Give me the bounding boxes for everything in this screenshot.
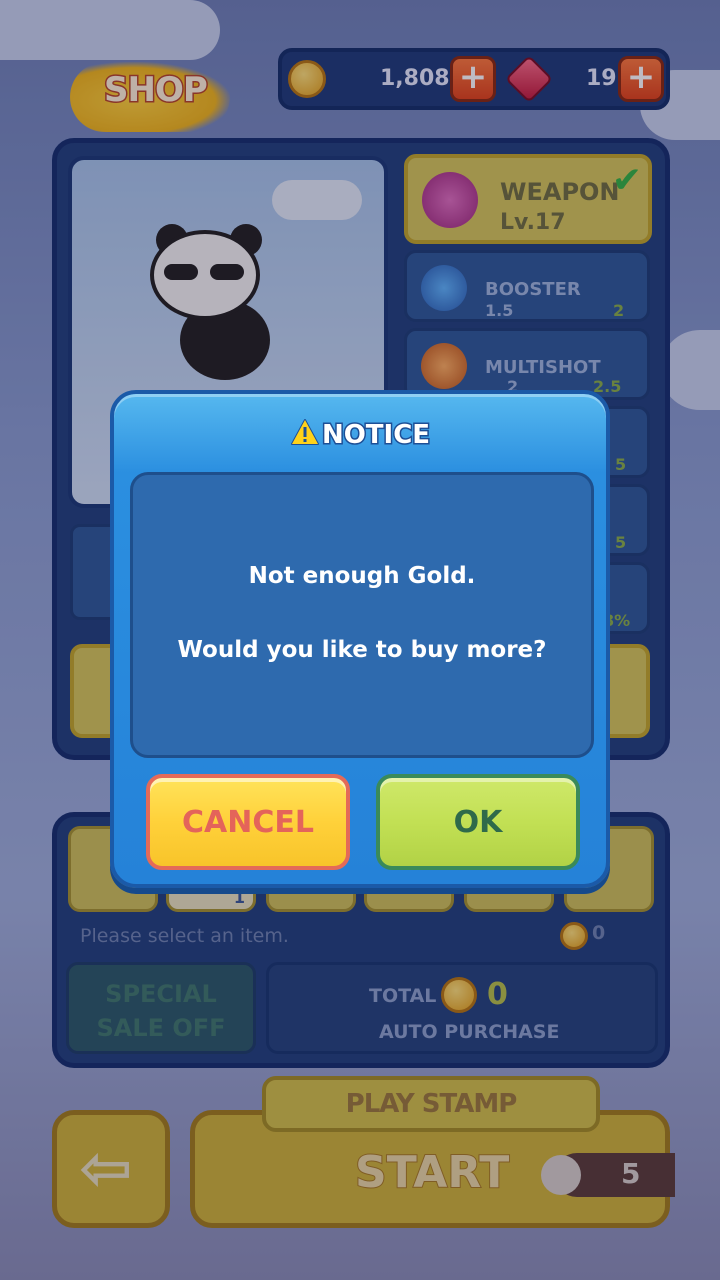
ok-button[interactable]: OK (376, 774, 580, 870)
message-line-2: Would you like to buy more? (177, 637, 547, 663)
message-line-1: Not enough Gold. (248, 563, 476, 589)
dialog-title-text: NOTICE (320, 419, 431, 452)
cancel-button[interactable]: CANCEL (146, 774, 350, 870)
dialog-title: NOTICE (114, 418, 606, 452)
notice-dialog: NOTICE Not enough Gold. Would you like t… (110, 390, 610, 888)
warning-icon (290, 418, 320, 446)
dialog-message-box: Not enough Gold. Would you like to buy m… (130, 472, 594, 758)
